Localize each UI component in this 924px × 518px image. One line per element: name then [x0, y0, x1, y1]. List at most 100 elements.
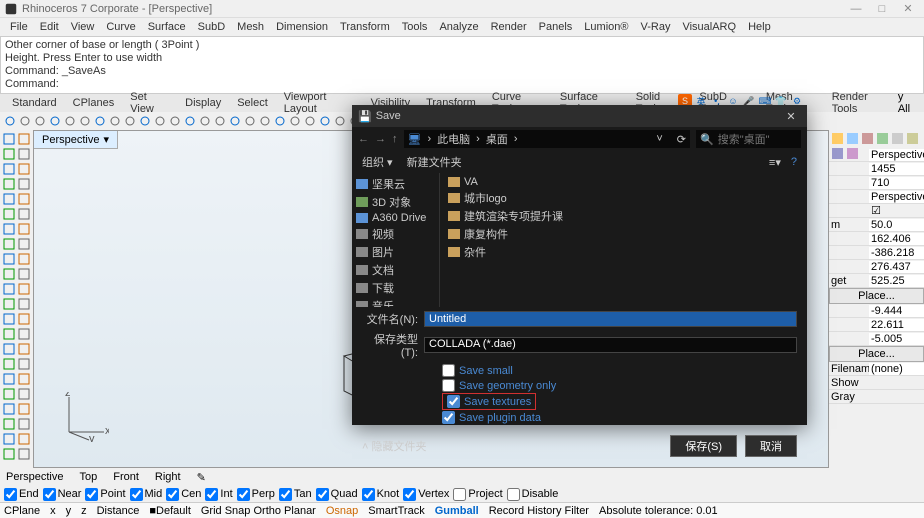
property-row[interactable]: Gray	[829, 390, 924, 404]
tool-button[interactable]	[17, 387, 31, 401]
status-grid-snap[interactable]: Grid Snap	[201, 505, 251, 517]
property-row[interactable]: 22.611	[829, 318, 924, 332]
option-checkbox[interactable]	[442, 379, 455, 392]
osnap-tan[interactable]: Tan	[279, 488, 312, 501]
tool-button[interactable]	[2, 132, 16, 146]
osnap-knot[interactable]: Knot	[362, 488, 400, 501]
tree-item[interactable]: 3D 对象	[356, 193, 435, 211]
tool-button[interactable]	[2, 237, 16, 251]
tab-render-tools[interactable]: Render Tools	[824, 89, 898, 117]
nav-forward-button[interactable]: →	[375, 133, 386, 145]
path-breadcrumb[interactable]: 🖥 › 此电脑 › 桌面 › ˅ ⟳	[404, 130, 691, 148]
option-checkbox[interactable]	[442, 411, 455, 424]
organize-button[interactable]: 组织 ▾	[362, 154, 393, 170]
nav-up-button[interactable]: ↑	[392, 133, 398, 145]
menu-view[interactable]: View	[65, 19, 101, 35]
toolbar-button[interactable]	[49, 115, 61, 127]
tool-button[interactable]	[2, 222, 16, 236]
property-row[interactable]: 710	[829, 176, 924, 190]
minimize-button[interactable]: —	[850, 3, 862, 15]
tool-button[interactable]	[2, 147, 16, 161]
panel-tab-icon[interactable]	[831, 132, 844, 145]
tool-button[interactable]	[17, 222, 31, 236]
osnap-mid[interactable]: Mid	[130, 488, 163, 501]
tool-button[interactable]	[17, 162, 31, 176]
status-planar[interactable]: Planar	[284, 505, 316, 517]
folder-tree[interactable]: 坚果云3D 对象A360 Drive视频图片文档下载音乐桌面...	[352, 173, 440, 307]
tool-button[interactable]	[17, 417, 31, 431]
property-row[interactable]: ☑	[829, 204, 924, 218]
file-item[interactable]: VA	[448, 175, 799, 189]
status-filter[interactable]: Filter	[565, 505, 589, 517]
tool-button[interactable]	[17, 177, 31, 191]
toolbar-button[interactable]	[214, 115, 226, 127]
toolbar-button[interactable]	[244, 115, 256, 127]
save-option[interactable]: Save plugin data	[442, 410, 797, 425]
place-button[interactable]: Place...	[829, 346, 924, 362]
viewport-header[interactable]: Perspective ▾	[34, 131, 118, 149]
tab-standard[interactable]: Standard	[4, 95, 65, 111]
close-button[interactable]: ✕	[902, 3, 914, 15]
tool-button[interactable]	[2, 342, 16, 356]
tool-button[interactable]	[2, 387, 16, 401]
refresh-icon[interactable]: ⟳	[677, 133, 686, 146]
tool-button[interactable]	[2, 447, 16, 461]
tool-button[interactable]	[2, 267, 16, 281]
tool-button[interactable]	[17, 432, 31, 446]
tool-button[interactable]	[17, 447, 31, 461]
filetype-select[interactable]: COLLADA (*.dae)	[424, 337, 797, 353]
nav-back-button[interactable]: ←	[358, 133, 369, 145]
menu-subd[interactable]: SubD	[192, 19, 232, 35]
menu-mesh[interactable]: Mesh	[231, 19, 270, 35]
panel-tab-icon[interactable]	[846, 132, 859, 145]
toolbar-button[interactable]	[79, 115, 91, 127]
property-row[interactable]: -386.218	[829, 246, 924, 260]
osnap-project[interactable]: Project	[453, 488, 502, 501]
property-row[interactable]: m50.0	[829, 218, 924, 232]
viewtab-top[interactable]: Top	[79, 471, 97, 483]
menu-visualarq[interactable]: VisualARQ	[676, 19, 742, 35]
tree-item[interactable]: 图片	[356, 243, 435, 261]
file-item[interactable]: 杂件	[448, 243, 799, 261]
hide-folders-toggle[interactable]: ˄ 隐藏文件夹	[362, 438, 426, 454]
tool-button[interactable]	[17, 372, 31, 386]
save-option[interactable]: Save small	[442, 363, 797, 378]
menu-render[interactable]: Render	[485, 19, 533, 35]
maximize-button[interactable]: □	[876, 3, 888, 15]
tool-button[interactable]	[17, 312, 31, 326]
viewtab-add[interactable]: ✎	[197, 471, 206, 484]
tool-button[interactable]	[2, 327, 16, 341]
tool-button[interactable]	[17, 402, 31, 416]
toolbar-button[interactable]	[19, 115, 31, 127]
tool-button[interactable]	[2, 357, 16, 371]
help-icon[interactable]: ?	[791, 156, 797, 169]
toolbar-button[interactable]	[259, 115, 271, 127]
filename-input[interactable]	[424, 311, 797, 327]
osnap-point[interactable]: Point	[85, 488, 125, 501]
view-button[interactable]: ≡▾	[769, 156, 781, 169]
viewtab-right[interactable]: Right	[155, 471, 181, 483]
menu-help[interactable]: Help	[742, 19, 777, 35]
option-checkbox[interactable]	[447, 395, 460, 408]
path-seg[interactable]: 此电脑	[437, 131, 470, 147]
file-list[interactable]: VA城市logo建筑渲染专项提升课康复构件杂件	[440, 173, 807, 307]
osnap-disable[interactable]: Disable	[507, 488, 559, 501]
property-row[interactable]: Perspective	[829, 190, 924, 204]
panel-tab-icon[interactable]	[891, 132, 904, 145]
toolbar-button[interactable]	[184, 115, 196, 127]
tool-button[interactable]	[2, 297, 16, 311]
tool-button[interactable]	[2, 207, 16, 221]
toolbar-button[interactable]	[109, 115, 121, 127]
property-row[interactable]: 162.406	[829, 232, 924, 246]
tool-button[interactable]	[2, 432, 16, 446]
option-checkbox[interactable]	[442, 364, 455, 377]
tree-item[interactable]: 坚果云	[356, 175, 435, 193]
tree-item[interactable]: 文档	[356, 261, 435, 279]
panel-tab-icon[interactable]	[876, 132, 889, 145]
tool-button[interactable]	[2, 252, 16, 266]
tool-button[interactable]	[17, 357, 31, 371]
tool-button[interactable]	[17, 132, 31, 146]
tool-button[interactable]	[17, 147, 31, 161]
file-item[interactable]: 康复构件	[448, 225, 799, 243]
panel-tab-icon[interactable]	[906, 132, 919, 145]
